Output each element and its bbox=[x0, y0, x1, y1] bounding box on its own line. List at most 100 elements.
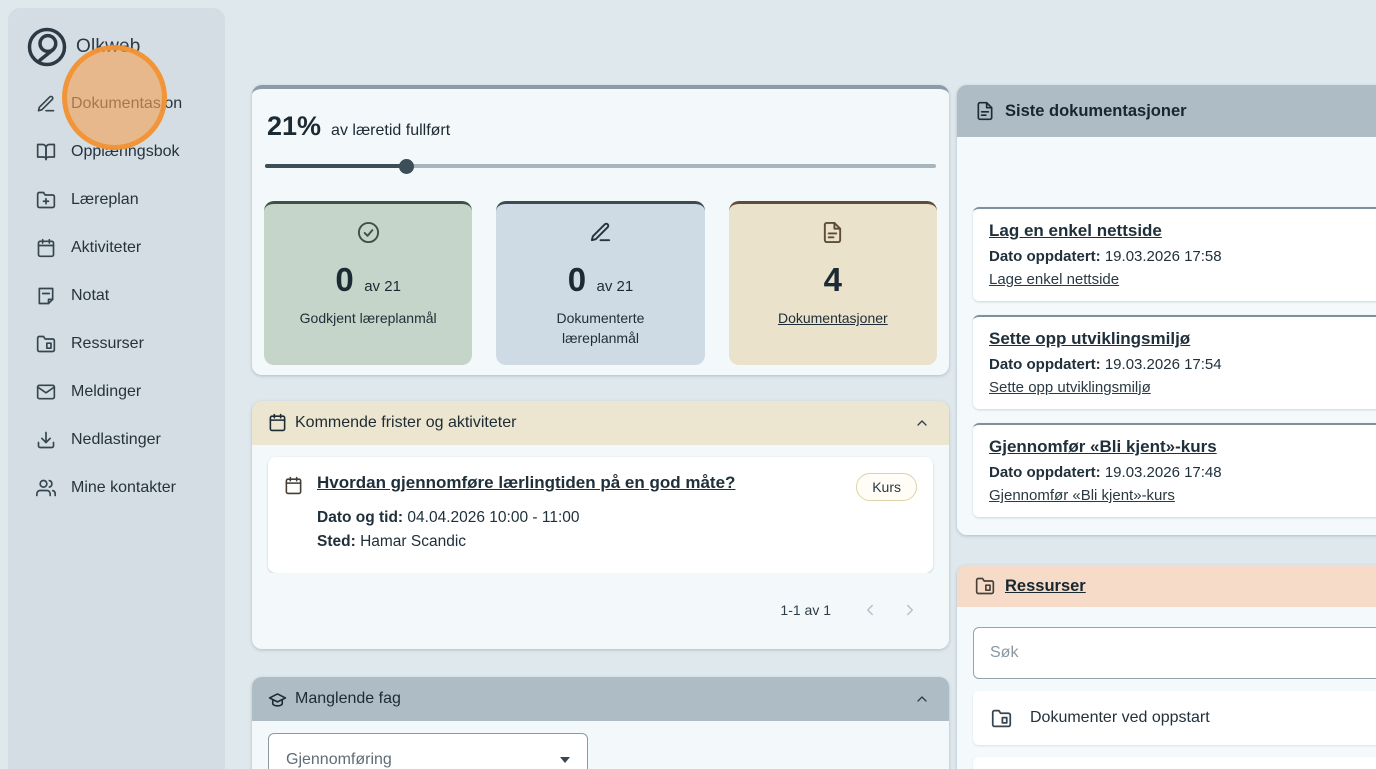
missing-subjects-title: Manglende fag bbox=[295, 690, 401, 708]
sidebar-item-label: Dokumentasjon bbox=[71, 95, 182, 113]
upcoming-section-title: Kommende frister og aktiviteter bbox=[295, 414, 516, 432]
doc-date-label: Dato oppdatert: bbox=[989, 464, 1101, 481]
people-icon bbox=[36, 478, 56, 498]
sidebar-item-label: Meldinger bbox=[71, 383, 141, 401]
pagination-next-button[interactable] bbox=[897, 597, 923, 623]
gjennomforing-dropdown[interactable]: Gjennomføring bbox=[268, 733, 588, 769]
stat-dokumentasjoner-link[interactable]: Dokumentasjoner bbox=[778, 308, 888, 328]
chevron-left-icon bbox=[861, 601, 879, 619]
folder-doc-icon bbox=[975, 576, 995, 596]
sidebar-item-nedlastinger[interactable]: Nedlastinger bbox=[8, 416, 225, 464]
sidebar-item-mine-kontakter[interactable]: Mine kontakter bbox=[8, 464, 225, 512]
chevron-down-icon bbox=[560, 757, 570, 763]
event-date-label: Dato og tid: bbox=[317, 509, 403, 526]
doc-date-value: 19.03.2026 17:54 bbox=[1105, 356, 1222, 373]
missing-subjects-header[interactable]: Manglende fag bbox=[252, 677, 949, 721]
olkweb-logo-icon bbox=[26, 26, 68, 68]
progress-slider-thumb[interactable] bbox=[399, 159, 414, 174]
event-card: Hvordan gjennomføre lærlingtiden på en g… bbox=[268, 457, 933, 574]
sidebar-item-notat[interactable]: Notat bbox=[8, 272, 225, 320]
resources-search-input[interactable] bbox=[973, 627, 1376, 679]
check-circle-icon bbox=[357, 221, 380, 244]
pencil-icon bbox=[36, 94, 56, 114]
stat-value: 0 bbox=[568, 261, 586, 298]
latest-docs-body: Lag en enkel nettside Dato oppdatert: 19… bbox=[957, 137, 1376, 535]
stat-value-row: 4 bbox=[739, 261, 927, 299]
sidebar-item-label: Læreplan bbox=[71, 191, 139, 209]
pagination: 1-1 av 1 bbox=[268, 573, 933, 649]
resources-panel: Ressurser Dokumenter ved oppstart HMS-in… bbox=[957, 565, 1376, 769]
upcoming-section-body: Hvordan gjennomføre lærlingtiden på en g… bbox=[252, 445, 949, 650]
app-logo[interactable]: Olkweb bbox=[8, 26, 225, 68]
progress-slider[interactable] bbox=[265, 164, 936, 168]
folder-doc-icon bbox=[991, 708, 1012, 729]
sidebar-item-aktiviteter[interactable]: Aktiviteter bbox=[8, 224, 225, 272]
graduation-cap-icon bbox=[268, 690, 287, 709]
resource-folder-item[interactable]: Dokumenter ved oppstart bbox=[973, 691, 1376, 745]
collapse-button[interactable] bbox=[911, 412, 933, 434]
sidebar-item-opplaeringsbok[interactable]: Opplæringsbok bbox=[8, 128, 225, 176]
event-title-link[interactable]: Hvordan gjennomføre lærlingtiden på en g… bbox=[317, 473, 735, 492]
event-date-row: Dato og tid: 04.04.2026 10:00 - 11:00 bbox=[317, 506, 842, 531]
chevron-up-icon bbox=[914, 415, 930, 431]
sidebar-item-meldinger[interactable]: Meldinger bbox=[8, 368, 225, 416]
doc-goal-link[interactable]: Lage enkel nettside bbox=[989, 271, 1376, 288]
sidebar-item-dokumentasjon[interactable]: Dokumentasjon bbox=[8, 80, 225, 128]
stat-value-row: 0 av 21 bbox=[506, 261, 694, 299]
progress-header: 21% av læretid fullført bbox=[264, 111, 937, 142]
stat-suffix: av 21 bbox=[364, 278, 401, 295]
latest-docs-panel: Siste dokumentasjoner Lag en enkel netts… bbox=[957, 85, 1376, 535]
event-type-badge: Kurs bbox=[856, 473, 917, 501]
pagination-label: 1-1 av 1 bbox=[780, 602, 831, 618]
doc-date-value: 19.03.2026 17:48 bbox=[1105, 464, 1222, 481]
calendar-icon bbox=[284, 476, 303, 495]
book-icon bbox=[36, 142, 56, 162]
pagination-prev-button[interactable] bbox=[857, 597, 883, 623]
stat-value-row: 0 av 21 bbox=[274, 261, 462, 299]
doc-title-link[interactable]: Sette opp utviklingsmiljø bbox=[989, 329, 1190, 348]
stat-label: Godkjent læreplanmål bbox=[274, 308, 462, 328]
resource-folder-item[interactable]: HMS-instrukser bbox=[973, 757, 1376, 769]
sidebar-item-label: Opplæringsbok bbox=[71, 143, 180, 161]
stat-card-dokumenterte: 0 av 21 Dokumenterte læreplanmål bbox=[496, 201, 704, 365]
chevron-right-icon bbox=[901, 601, 919, 619]
latest-docs-title: Siste dokumentasjoner bbox=[1005, 102, 1187, 121]
dashboard-screen: Olkweb Dokumentasjon Opplæringsbok Lærep… bbox=[0, 0, 1376, 769]
sidebar: Olkweb Dokumentasjon Opplæringsbok Lærep… bbox=[8, 8, 225, 769]
document-icon bbox=[821, 221, 844, 244]
sidebar-item-label: Aktiviteter bbox=[71, 239, 141, 257]
sidebar-item-ressurser[interactable]: Ressurser bbox=[8, 320, 225, 368]
folder-doc-icon bbox=[36, 334, 56, 354]
doc-title-link[interactable]: Lag en enkel nettside bbox=[989, 221, 1162, 240]
calendar-icon bbox=[268, 413, 287, 432]
pencil-icon bbox=[589, 221, 612, 244]
latest-docs-header: Siste dokumentasjoner bbox=[957, 85, 1376, 137]
collapse-button[interactable] bbox=[911, 688, 933, 710]
sidebar-item-laereplan[interactable]: Læreplan bbox=[8, 176, 225, 224]
event-details: Dato og tid: 04.04.2026 10:00 - 11:00 St… bbox=[317, 506, 842, 556]
doc-date-row: Dato oppdatert: 19.03.2026 17:54 bbox=[989, 356, 1376, 373]
doc-goal-link[interactable]: Sette opp utviklingsmiljø bbox=[989, 379, 1376, 396]
sidebar-item-label: Mine kontakter bbox=[71, 479, 176, 497]
document-icon bbox=[975, 101, 995, 121]
right-column: Siste dokumentasjoner Lag en enkel netts… bbox=[957, 85, 1376, 769]
stat-cards-row: 0 av 21 Godkjent læreplanmål 0 av 21 Dok… bbox=[264, 201, 937, 365]
doc-goal-link[interactable]: Gjennomfør «Bli kjent»-kurs bbox=[989, 487, 1376, 504]
event-place-label: Sted: bbox=[317, 533, 356, 550]
upcoming-section: Kommende frister og aktiviteter Hvordan … bbox=[252, 401, 949, 650]
event-date-value: 04.04.2026 10:00 - 11:00 bbox=[407, 509, 579, 526]
doc-card: Gjennomfør «Bli kjent»-kurs Dato oppdate… bbox=[973, 423, 1376, 517]
doc-title-link[interactable]: Gjennomfør «Bli kjent»-kurs bbox=[989, 437, 1217, 456]
resources-body: Dokumenter ved oppstart HMS-instrukser bbox=[957, 607, 1376, 769]
doc-date-row: Dato oppdatert: 19.03.2026 17:48 bbox=[989, 464, 1376, 481]
resources-title-link[interactable]: Ressurser bbox=[1005, 577, 1086, 596]
chevron-up-icon bbox=[914, 691, 930, 707]
calendar-icon bbox=[36, 238, 56, 258]
doc-card: Lag en enkel nettside Dato oppdatert: 19… bbox=[973, 207, 1376, 301]
dropdown-selected-value: Gjennomføring bbox=[286, 751, 392, 769]
app-logo-text: Olkweb bbox=[76, 36, 141, 58]
upcoming-section-header[interactable]: Kommende frister og aktiviteter bbox=[252, 401, 949, 445]
progress-caption: av læretid fullført bbox=[331, 122, 450, 140]
progress-percent: 21% bbox=[267, 111, 321, 142]
folder-plus-icon bbox=[36, 190, 56, 210]
